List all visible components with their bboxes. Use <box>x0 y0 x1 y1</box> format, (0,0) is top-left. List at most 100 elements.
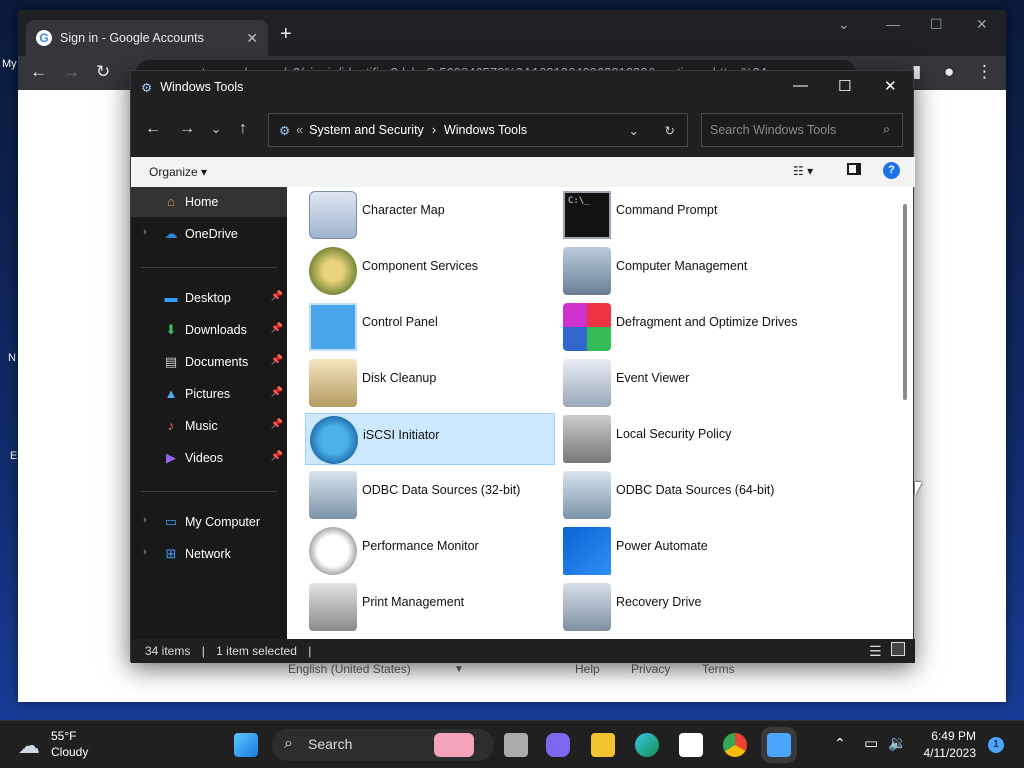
clock[interactable]: 6:49 PM 4/11/2023 <box>912 729 977 760</box>
nav-item-network[interactable]: › ⊞ Network <box>131 539 287 569</box>
file-item[interactable]: Component Services <box>305 245 555 297</box>
file-item[interactable]: Computer Management <box>559 245 809 297</box>
maximize-icon[interactable]: ☐ <box>838 77 851 95</box>
start-icon[interactable] <box>234 733 258 757</box>
file-item[interactable]: Defragment and Optimize Drives <box>559 301 809 353</box>
file-item[interactable]: Recovery Drive <box>559 581 809 633</box>
address-bar[interactable]: ⚙ « System and Security › Windows Tools … <box>268 113 688 147</box>
nav-item-videos[interactable]: ▶ Videos 📌 <box>131 443 287 473</box>
close-icon[interactable]: ✕ <box>884 77 897 95</box>
large-icons-view-icon[interactable] <box>891 642 905 656</box>
nav-item-onedrive[interactable]: › ☁ OneDrive <box>131 219 287 249</box>
nav-item-pictures[interactable]: ▲ Pictures 📌 <box>131 379 287 409</box>
control-panel-taskbar-icon[interactable] <box>767 733 791 757</box>
search-input[interactable]: Search Windows Tools ⌕ <box>701 113 903 147</box>
edge-icon[interactable] <box>635 733 659 757</box>
task-view-icon[interactable] <box>504 733 528 757</box>
file-item[interactable]: Performance Monitor <box>305 525 555 577</box>
file-item[interactable]: ODBC Data Sources (32-bit) <box>305 469 555 521</box>
nav-item-home[interactable]: ⌂ Home <box>131 187 287 217</box>
pin-icon[interactable]: 📌 <box>271 355 283 366</box>
expand-chevron-icon[interactable]: › <box>143 514 147 526</box>
file-item[interactable]: Character Map <box>305 189 555 241</box>
forward-icon[interactable]: → <box>63 63 80 80</box>
teams-chat-icon[interactable] <box>546 733 570 757</box>
close-icon[interactable]: ✕ <box>976 16 988 33</box>
nav-item-desktop[interactable]: ▬ Desktop 📌 <box>131 283 287 313</box>
search-placeholder: Search Windows Tools <box>710 123 837 137</box>
file-item-name: Power Automate <box>616 539 708 553</box>
refresh-icon[interactable]: ↻ <box>665 123 675 138</box>
tray-overflow-icon[interactable]: ⌃ <box>834 735 846 752</box>
taskbar-search[interactable]: ⌕ Search <box>272 729 494 761</box>
volume-icon[interactable]: 🔉 <box>888 734 907 752</box>
file-item[interactable]: Event Viewer <box>559 357 809 409</box>
nav-item-documents[interactable]: ▤ Documents 📌 <box>131 347 287 377</box>
preview-pane-icon[interactable] <box>847 163 861 175</box>
notification-badge[interactable]: 1 <box>988 737 1004 753</box>
selection-count: 1 item selected <box>216 644 297 658</box>
navigation-pane: ⌂ Home › ☁ OneDrive ▬ Desktop 📌 ⬇ Downlo… <box>131 187 287 639</box>
help-link[interactable]: Help <box>575 662 600 676</box>
close-tab-icon[interactable]: ✕ <box>246 30 258 47</box>
view-options-icon[interactable]: ☷ ▾ <box>793 164 813 178</box>
organize-button[interactable]: Organize ▾ <box>149 165 207 179</box>
chrome-icon[interactable] <box>723 733 747 757</box>
breadcrumb-system-security[interactable]: System and Security <box>309 123 424 137</box>
pin-icon[interactable]: 📌 <box>271 387 283 398</box>
odbc-icon <box>563 471 611 519</box>
pin-icon[interactable]: 📌 <box>271 291 283 302</box>
file-item[interactable]: Power Automate <box>559 525 809 577</box>
profile-icon[interactable]: ● <box>944 63 954 80</box>
terms-link[interactable]: Terms <box>702 662 735 676</box>
file-item[interactable]: Print Management <box>305 581 555 633</box>
breadcrumb-windows-tools[interactable]: Windows Tools <box>444 123 527 137</box>
file-item[interactable]: C:\_ Command Prompt <box>559 189 809 241</box>
help-icon[interactable]: ? <box>883 162 900 179</box>
overflow-chevron-icon[interactable]: « <box>296 123 303 137</box>
menu-icon[interactable]: ⋮ <box>976 63 993 80</box>
perfmon-icon <box>309 527 357 575</box>
minimize-icon[interactable]: — <box>793 77 808 94</box>
minimize-icon[interactable]: — <box>886 16 900 32</box>
file-item-name: iSCSI Initiator <box>363 428 440 442</box>
expand-chevron-icon[interactable]: › <box>143 546 147 558</box>
file-item-name: Command Prompt <box>616 203 718 217</box>
file-item[interactable]: Control Panel <box>305 301 555 353</box>
power-automate-icon <box>563 527 611 575</box>
network-tray-icon[interactable]: ▭ <box>864 734 878 752</box>
privacy-link[interactable]: Privacy <box>631 662 670 676</box>
nav-item-downloads[interactable]: ⬇ Downloads 📌 <box>131 315 287 345</box>
address-dropdown-icon[interactable]: ⌄ <box>629 123 639 138</box>
nav-item-music[interactable]: ♪ Music 📌 <box>131 411 287 441</box>
expand-chevron-icon[interactable]: › <box>143 226 147 238</box>
maximize-icon[interactable]: ☐ <box>930 16 943 33</box>
file-item[interactable]: Local Security Policy <box>559 413 809 465</box>
pin-icon[interactable]: 📌 <box>271 451 283 462</box>
file-explorer-icon[interactable] <box>591 733 615 757</box>
back-icon[interactable]: ← <box>145 120 161 138</box>
file-item[interactable]: iSCSI Initiator <box>305 413 555 465</box>
pin-icon[interactable]: 📌 <box>271 419 283 430</box>
search-icon[interactable]: ⌕ <box>883 122 890 137</box>
file-item[interactable]: Disk Cleanup <box>305 357 555 409</box>
divider <box>141 491 277 492</box>
details-view-icon[interactable]: ☰ <box>869 643 882 660</box>
file-item[interactable]: ODBC Data Sources (64-bit) <box>559 469 809 521</box>
store-icon[interactable] <box>679 733 703 757</box>
reload-icon[interactable]: ↻ <box>96 63 110 80</box>
forward-icon[interactable]: → <box>179 120 195 138</box>
network-icon: ⊞ <box>165 546 177 561</box>
new-tab-button[interactable]: + <box>280 24 292 44</box>
language-select[interactable]: English (United States) <box>288 662 411 676</box>
nav-item-my-computer[interactable]: › ▭ My Computer <box>131 507 287 537</box>
back-icon[interactable]: ← <box>30 63 47 80</box>
recent-locations-icon[interactable]: ⌄ <box>211 122 221 136</box>
computer-icon: ▭ <box>164 514 178 529</box>
up-icon[interactable]: ↑ <box>239 120 247 138</box>
vertical-scrollbar[interactable] <box>903 204 907 400</box>
tab-search-icon[interactable]: ⌄ <box>838 16 850 33</box>
pin-icon[interactable]: 📌 <box>271 323 283 334</box>
dropdown-icon[interactable]: ▼ <box>454 664 464 675</box>
chrome-tab[interactable]: G Sign in - Google Accounts ✕ <box>26 20 268 56</box>
